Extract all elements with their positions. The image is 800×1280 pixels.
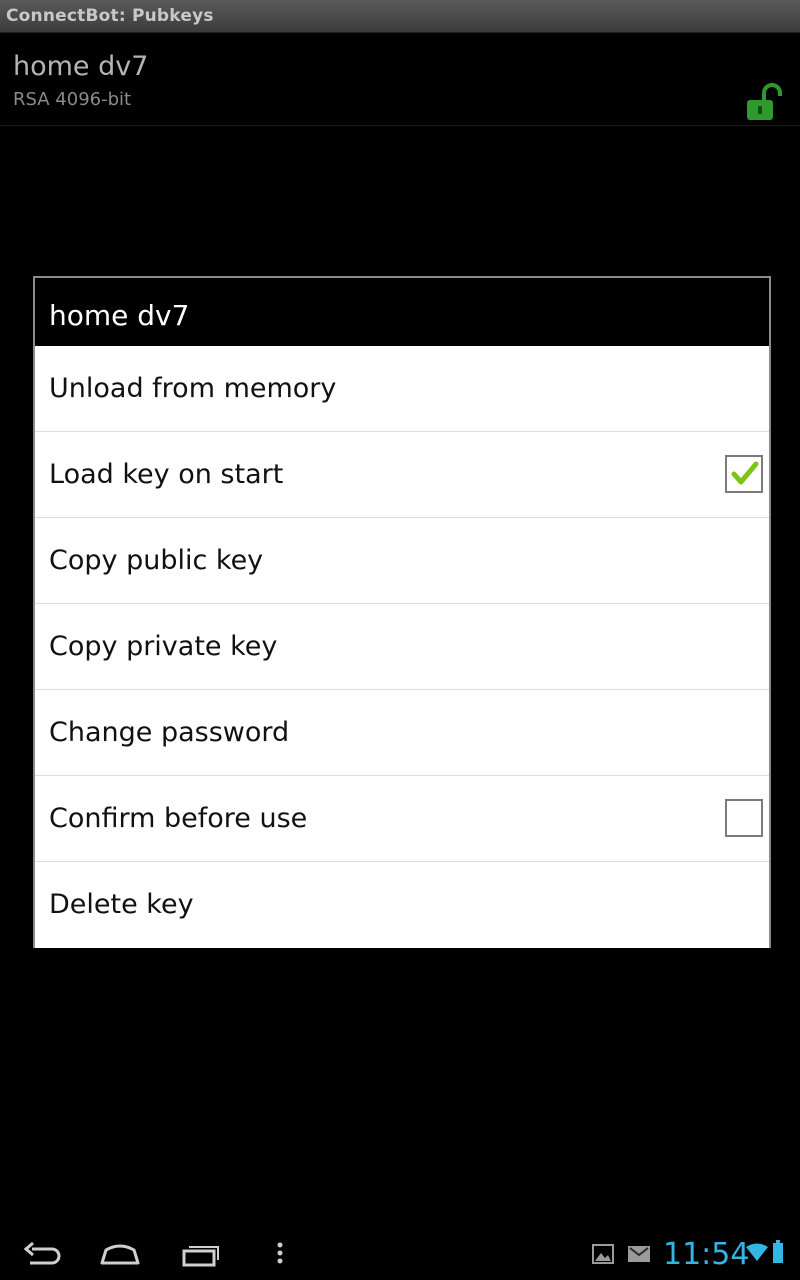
key-options-dialog: home dv7 Unload from memory Load key on … — [33, 276, 771, 948]
dialog-header: home dv7 — [35, 278, 769, 346]
menu-item-label: Unload from memory — [49, 373, 337, 404]
menu-item-delete-key[interactable]: Delete key — [35, 862, 769, 948]
menu-item-change-password[interactable]: Change password — [35, 690, 769, 776]
menu-item-label: Copy public key — [49, 545, 264, 576]
menu-item-copy-private-key[interactable]: Copy private key — [35, 604, 769, 690]
dialog-title: home dv7 — [49, 299, 190, 332]
system-navigation-bar: 11:54 — [0, 1230, 800, 1280]
load-key-on-start-checkbox[interactable] — [725, 455, 763, 493]
key-name: home dv7 — [13, 51, 149, 82]
confirm-before-use-checkbox[interactable] — [725, 799, 763, 837]
home-icon[interactable] — [98, 1236, 142, 1274]
gmail-notification-icon — [628, 1246, 650, 1262]
menu-item-label: Change password — [49, 717, 290, 748]
pubkey-list-item[interactable]: home dv7 RSA 4096-bit — [0, 33, 800, 126]
checkmark-icon — [731, 461, 759, 485]
menu-item-label: Copy private key — [49, 631, 278, 662]
menu-item-label: Confirm before use — [49, 803, 308, 834]
window-title-bar: ConnectBot: Pubkeys — [0, 0, 800, 33]
unlocked-padlock-icon[interactable] — [744, 83, 784, 123]
menu-item-label: Load key on start — [49, 459, 284, 490]
recent-apps-icon[interactable] — [180, 1236, 224, 1274]
window-title: ConnectBot: Pubkeys — [6, 6, 214, 26]
gallery-notification-icon — [592, 1244, 614, 1264]
menu-item-confirm-before-use[interactable]: Confirm before use — [35, 776, 769, 862]
menu-icon[interactable] — [258, 1236, 302, 1274]
menu-item-unload-from-memory[interactable]: Unload from memory — [35, 346, 769, 432]
menu-item-label: Delete key — [49, 889, 194, 920]
key-type: RSA 4096-bit — [13, 89, 132, 110]
battery-icon — [773, 1240, 783, 1263]
clock: 11:54 — [663, 1237, 750, 1272]
wifi-icon — [746, 1243, 768, 1261]
menu-item-load-key-on-start[interactable]: Load key on start — [35, 432, 769, 518]
menu-item-copy-public-key[interactable]: Copy public key — [35, 518, 769, 604]
back-icon[interactable] — [20, 1236, 64, 1274]
